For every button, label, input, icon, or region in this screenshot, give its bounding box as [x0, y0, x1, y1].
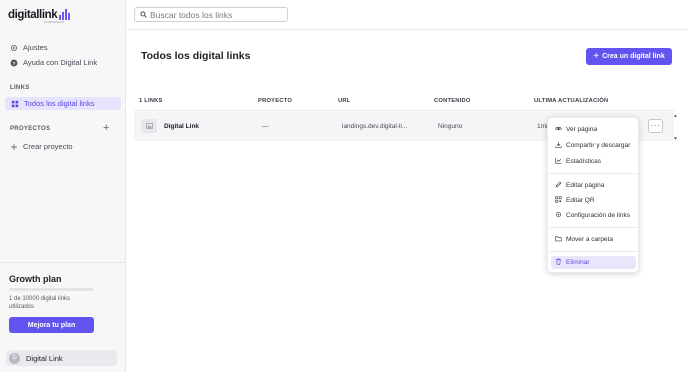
menu-item-label: Editar página — [566, 182, 605, 189]
sidebar-item-label: Ayuda con Digital Link — [23, 58, 98, 67]
menu-divider — [548, 251, 638, 252]
menu-item-edit-qr[interactable]: Editar QR — [554, 194, 634, 207]
user-menu[interactable]: D Digital Link — [6, 350, 117, 366]
menu-item-label: Estadísticas — [566, 158, 602, 165]
link-name[interactable]: Digital Link — [164, 123, 199, 130]
image-placeholder-icon — [141, 119, 157, 133]
projects-section-label: PROYECTOS — [10, 126, 51, 132]
column-header-updated[interactable]: ULTIMA ACTUALIZACIÓN — [534, 98, 608, 104]
menu-item-label: Editar QR — [566, 197, 595, 204]
pencil-icon — [555, 181, 562, 190]
create-link-button[interactable]: + Crea un digital link — [586, 48, 672, 65]
create-project-label: Crear proyecto — [23, 142, 73, 151]
menu-item-statistics[interactable]: Estadísticas — [554, 155, 634, 168]
column-header-project[interactable]: PROYECTO — [258, 98, 292, 104]
sidebar-divider — [0, 262, 126, 263]
grid-icon — [11, 100, 19, 108]
row-actions-menu: Ver página Compartir y descargar Estadís… — [547, 117, 639, 273]
trash-icon — [555, 258, 562, 267]
sidebar-item-label: Ajustes — [23, 43, 48, 52]
scroll-down-arrow-icon[interactable]: ▼ — [673, 136, 678, 142]
plus-icon — [10, 143, 18, 151]
sidebar-item-settings[interactable]: Ajustes — [10, 43, 48, 52]
menu-item-label: Compartir y descargar — [566, 142, 631, 149]
search-input[interactable]: Buscar todos los links — [134, 7, 288, 22]
download-icon — [555, 141, 562, 150]
search-placeholder: Buscar todos los links — [150, 9, 233, 20]
menu-item-delete[interactable]: Eliminar — [551, 256, 636, 269]
link-project: — — [262, 123, 269, 130]
menu-item-label: Eliminar — [566, 259, 590, 266]
link-updated: 1mi — [537, 123, 548, 130]
create-project-button[interactable]: Crear proyecto — [10, 142, 73, 151]
links-section-label: LINKS — [10, 85, 30, 91]
plan-usage-bar — [9, 288, 94, 291]
menu-item-view-page[interactable]: Ver página — [554, 123, 634, 136]
upgrade-plan-button[interactable]: Mejora tu plan — [9, 317, 94, 333]
sidebar-item-help[interactable]: ? Ayuda con Digital Link — [10, 58, 97, 67]
menu-item-move-folder[interactable]: Mover a carpeta — [554, 233, 634, 246]
more-options-button[interactable]: ··· — [648, 119, 663, 133]
scroll-up-arrow-icon[interactable]: ▲ — [673, 113, 678, 119]
column-header-links[interactable]: 1 LINKS — [139, 98, 163, 104]
logo-bars-icon — [59, 9, 70, 20]
sidebar-item-all-links[interactable]: Todos los digital links — [5, 97, 121, 110]
sidebar: digitallink CONNEXION Ajustes ? Ayuda co… — [0, 0, 126, 372]
user-name: Digital Link — [26, 353, 63, 363]
column-header-content[interactable]: CONTENIDO — [434, 98, 471, 104]
svg-text:?: ? — [13, 60, 16, 66]
menu-item-label: Mover a carpeta — [566, 236, 613, 243]
column-header-url[interactable]: URL — [338, 98, 351, 104]
menu-item-label: Ver página — [566, 126, 598, 133]
menu-item-link-settings[interactable]: Configuración de links — [554, 209, 634, 222]
create-link-label: Crea un digital link — [602, 53, 665, 60]
sidebar-item-label: Todos los digital links — [24, 99, 95, 108]
menu-divider — [548, 227, 638, 228]
plus-icon: + — [593, 50, 600, 62]
logo-subtitle: CONNEXION — [44, 20, 64, 24]
plan-usage-text: 1 de 10000 digital links utilizados — [9, 296, 71, 310]
eye-icon — [555, 125, 562, 134]
logo[interactable]: digitallink CONNEXION — [8, 9, 70, 24]
menu-item-label: Configuración de links — [566, 212, 630, 219]
ellipsis-icon: ··· — [650, 121, 661, 130]
search-icon — [140, 10, 147, 20]
gear-icon — [555, 211, 562, 220]
menu-divider — [548, 173, 638, 174]
link-url[interactable]: landings.dev.digital-li... — [342, 123, 407, 130]
menu-item-edit-page[interactable]: Editar página — [554, 179, 634, 192]
page-title: Todos los digital links — [141, 50, 251, 62]
link-content: Ninguno — [438, 123, 463, 130]
menu-item-share-download[interactable]: Compartir y descargar — [554, 139, 634, 152]
avatar: D — [9, 352, 20, 364]
chart-icon — [555, 157, 562, 166]
help-icon: ? — [10, 59, 18, 67]
gear-icon — [10, 44, 18, 52]
qr-icon — [555, 196, 562, 205]
table-divider — [134, 110, 676, 111]
topbar: Buscar todos los links — [126, 0, 688, 30]
folder-icon — [555, 235, 562, 244]
plan-title: Growth plan — [9, 274, 62, 284]
add-project-icon[interactable]: + — [103, 123, 109, 134]
